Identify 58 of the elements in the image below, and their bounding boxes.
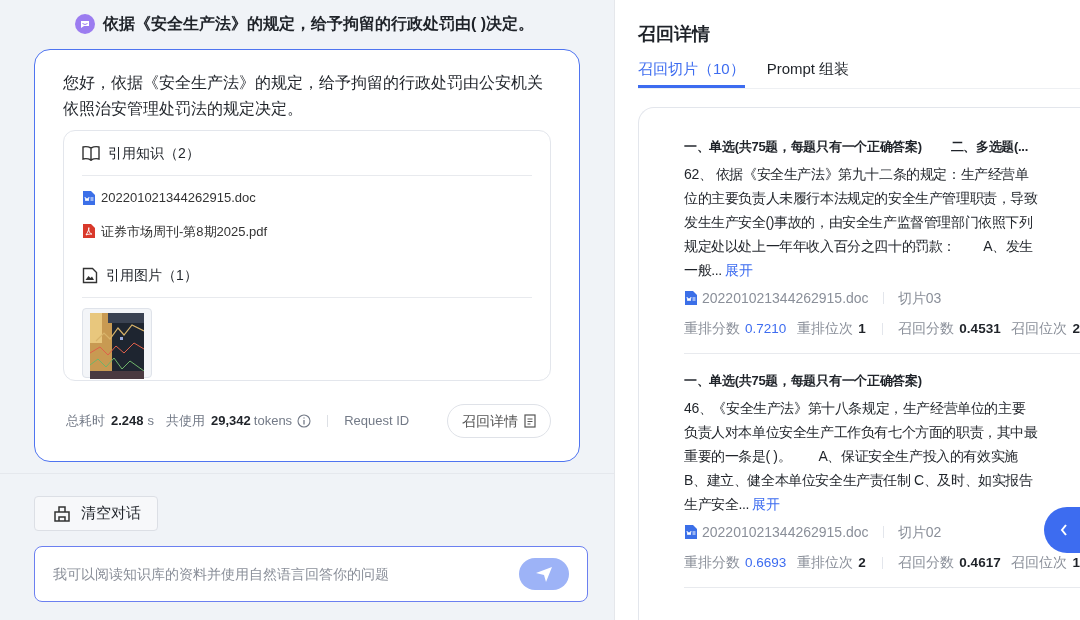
score-label: 重排位次 [797, 553, 854, 572]
time-value: 2.248 [111, 412, 144, 431]
word-file-icon [684, 290, 698, 306]
chunk-heading: 一、单选(共75题，每题只有一个正确答案) 二、多选题(... [684, 137, 1029, 156]
collapse-button[interactable] [1044, 507, 1080, 553]
word-file-icon [684, 524, 698, 541]
chunk-label: 切片03 [897, 288, 942, 308]
chunk-text: 62、 依据《安全生产法》第九十二条的规定：生产经营单位的主要负责人未履行本法规定的安全生产管理职责，导致发生生产安全()事故的，由安全生产监督管理部门依照下列规定处以处上一年年收入百分之四十的罚款： A、发生一般... 展开 [684, 164, 1038, 280]
answer-text: 您好，依据《安全生产法》的规定，给予拘留的行政处罚由公安机关依照治安管理处罚法的规定决定。 [63, 73, 544, 119]
score-label: 召回分数 [898, 319, 955, 338]
tokens-unit: tokens [253, 412, 293, 431]
file-link[interactable]: 202201021344262915.doc [101, 188, 256, 208]
score-value: 2 [858, 553, 866, 572]
tab[interactable]: Prompt 组装 [766, 58, 850, 88]
chunk-label: 切片02 [897, 522, 942, 542]
file-link[interactable]: 证券市场周刊-第8期2025.pdf [101, 221, 268, 241]
pdf-file-icon [82, 223, 96, 240]
panel-title: 召回详情 [638, 23, 711, 46]
score-value: 0.6693 [745, 553, 787, 572]
score-value: 0.4531 [959, 319, 1001, 338]
score-label: 重排分数 [684, 319, 740, 338]
word-file-icon [82, 189, 96, 206]
chat-input[interactable]: 我可以阅读知识库的资料并使用自然语言回答你的问题 [34, 546, 588, 602]
request-id-link[interactable]: Request ID [344, 411, 410, 431]
expand-link[interactable]: 展开 [725, 261, 753, 278]
file-name: 202201021344262915.doc [702, 288, 869, 308]
book-icon [82, 145, 100, 161]
chat-avatar-icon [75, 14, 95, 34]
tokens-value: 29,342 [211, 412, 251, 431]
document-icon [524, 414, 536, 428]
chunk-heading: 一、单选(共75题，每题只有一个正确答案) [684, 371, 923, 390]
score-value: 2 [1072, 319, 1080, 338]
tab[interactable]: 召回切片（10） [638, 58, 745, 88]
tokens-label: 共使用 [166, 412, 206, 431]
expand-link[interactable]: 展开 [752, 495, 780, 512]
clear-chat-button[interactable]: 清空对话 [34, 496, 158, 531]
send-icon [535, 565, 553, 583]
question-text: 依据《安全生产法》的规定，给予拘留的行政处罚由( )决定。 [103, 14, 535, 34]
chevron-left-icon [1060, 524, 1068, 536]
score-value: 1 [858, 319, 866, 338]
score-value: 0.4617 [959, 553, 1001, 572]
chunk-text: 46、《安全生产法》第十八条规定，生产经营单位的主要负责人对本单位安全生产工作负有七个方面的职责，其中最重要的一条是( )。 A、保证安全生产投入的有效实施 B、建立、健全本单位安全生产责任制 C、及时、如实报告生产安全... 展开 [684, 398, 1038, 514]
section-title: 引用图片（1） [106, 265, 198, 285]
score-label: 召回分数 [898, 553, 955, 572]
score-value: 0.7210 [745, 319, 787, 338]
score-label: 召回位次 [1011, 553, 1068, 572]
section-title: 引用知识（2） [108, 143, 200, 163]
message-input[interactable]: 我可以阅读知识库的资料并使用自然语言回答你的问题 [53, 563, 519, 585]
score-label: 重排分数 [684, 553, 740, 572]
info-icon[interactable] [297, 414, 312, 428]
score-value: 1 [1072, 553, 1080, 572]
file-name: 202201021344262915.doc [702, 522, 869, 542]
image-thumbnail[interactable] [82, 308, 152, 378]
time-label: 总耗时 [66, 412, 105, 431]
time-unit: s [147, 412, 155, 431]
score-label: 召回位次 [1011, 319, 1068, 338]
image-file-icon [82, 266, 98, 284]
score-label: 重排位次 [797, 319, 854, 338]
